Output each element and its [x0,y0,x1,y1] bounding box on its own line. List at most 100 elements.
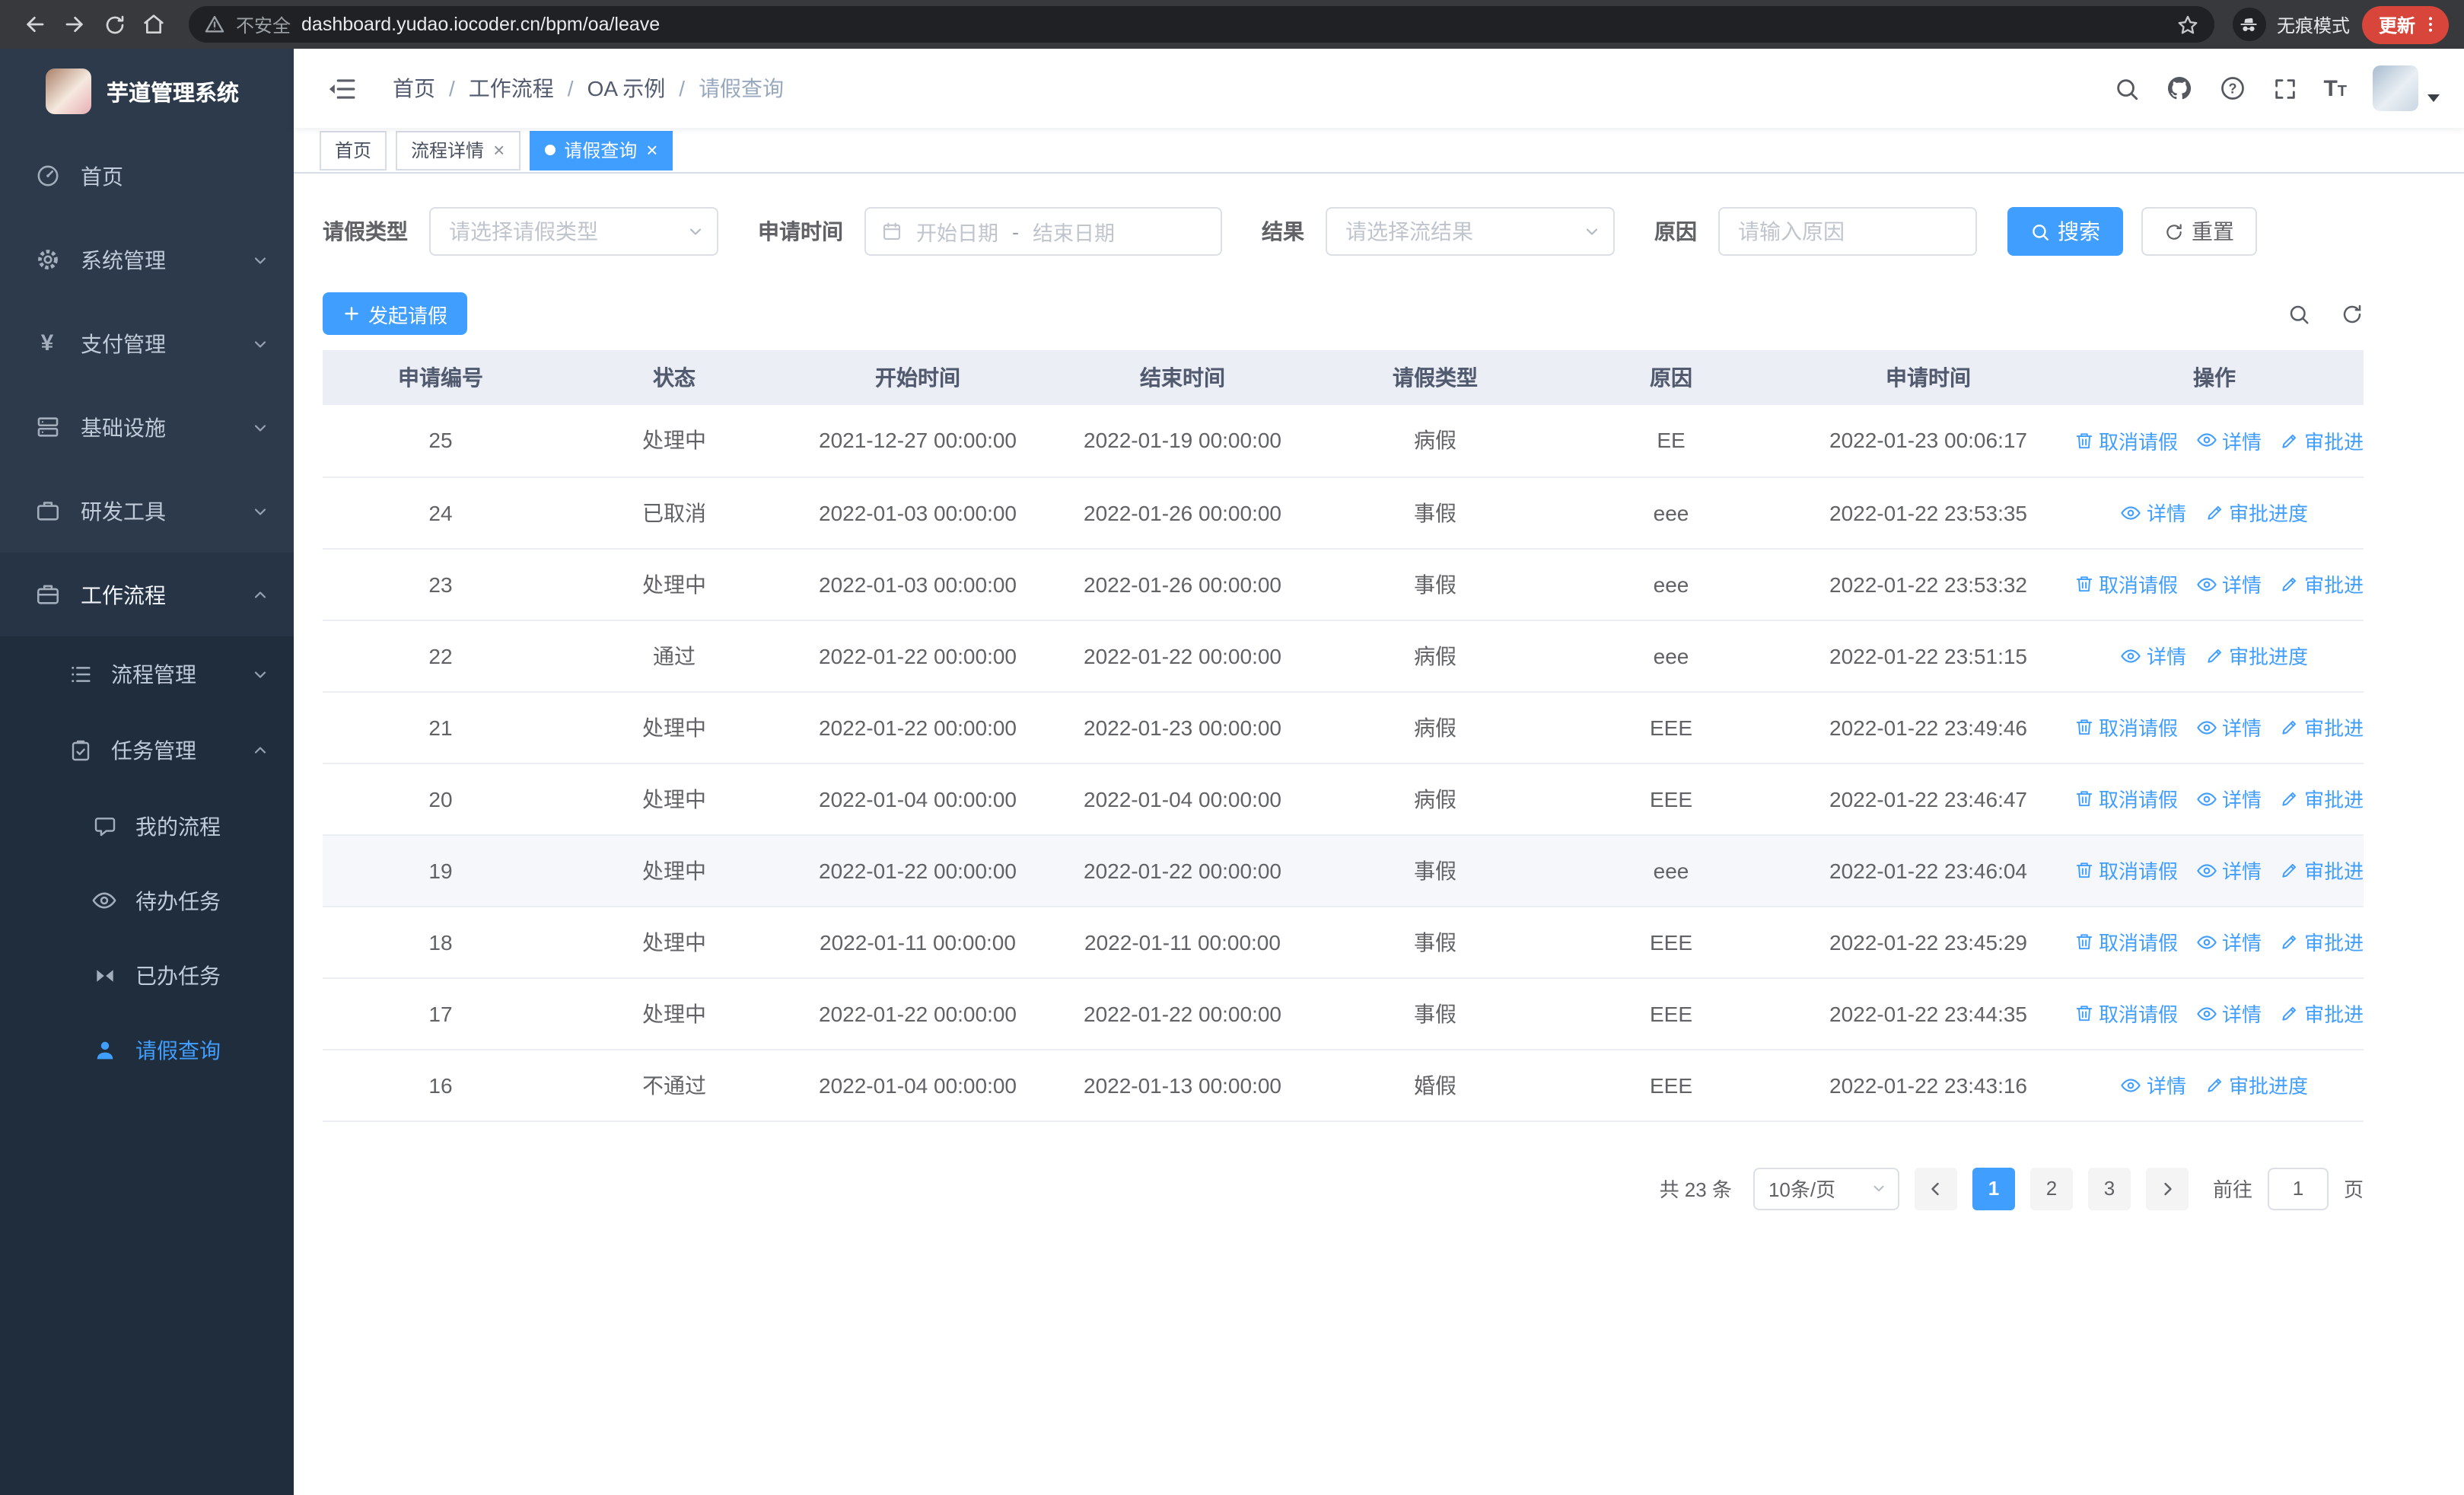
pen-icon [2207,1078,2221,1092]
audit-progress-link[interactable]: 审批进度 [2280,927,2364,956]
search-button[interactable]: 搜索 [2007,207,2123,256]
logo[interactable]: 芋道管理系统 [0,49,294,134]
leave-type-select[interactable] [429,207,718,256]
eye-icon [2122,505,2141,519]
breadcrumb-home[interactable]: 首页 [393,73,435,104]
tab-leave-query[interactable]: 请假查询 × [529,130,673,170]
table-refresh-button[interactable] [2341,302,2364,325]
audit-progress-link[interactable]: 审批进度 [2205,1070,2308,1099]
detail-link[interactable]: 详情 [2121,1070,2186,1099]
prev-page-button[interactable] [1914,1167,1957,1210]
cell-status: 处理中 [559,834,790,907]
cell-start-time: 2022-01-03 00:00:00 [790,477,1046,549]
audit-progress-link[interactable]: 审批进度 [2280,426,2364,455]
sidebar-item-todo-tasks[interactable]: 待办任务 [0,863,294,938]
fullscreen-icon[interactable] [2271,75,2297,101]
page-size-select[interactable]: 10条/页 [1752,1167,1899,1210]
app-title: 芋道管理系统 [107,81,239,106]
cell-end-time: 2022-01-11 00:00:00 [1046,906,1320,978]
cancel-leave-link[interactable]: 取消请假 [2074,712,2178,741]
detail-link[interactable]: 详情 [2196,569,2262,598]
breadcrumb-workflow[interactable]: 工作流程 [469,73,554,104]
detail-link[interactable]: 详情 [2196,856,2262,885]
cancel-leave-link[interactable]: 取消请假 [2074,426,2178,455]
tab-home[interactable]: 首页 [320,130,387,170]
cell-apply-time: 2022-01-22 23:44:35 [1791,977,2065,1050]
sidebar-item-home[interactable]: 首页 [0,134,294,218]
result-select[interactable] [1326,207,1615,256]
eye-icon [2122,649,2141,662]
browser-forward-button[interactable] [55,5,94,44]
browser-reload-button[interactable] [94,5,134,44]
sidebar-item-done-tasks[interactable]: 已办任务 [0,938,294,1012]
user-menu[interactable] [2373,65,2440,111]
browser-update-button[interactable]: 更新 [2361,5,2449,43]
audit-progress-link[interactable]: 审批进度 [2280,999,2364,1028]
cell-apply-id: 19 [323,834,559,907]
font-size-icon[interactable]: TT [2323,77,2347,100]
create-leave-button[interactable]: 发起请假 [323,292,468,335]
detail-link[interactable]: 详情 [2196,927,2262,956]
url-text: dashboard.yudao.iocoder.cn/bpm/oa/leave [301,14,661,35]
cancel-leave-link[interactable]: 取消请假 [2074,927,2178,956]
sidebar-item-workflow[interactable]: 工作流程 [0,553,294,636]
browser-address-bar[interactable]: 不安全 dashboard.yudao.iocoder.cn/bpm/oa/le… [189,6,2214,43]
next-page-button[interactable] [2145,1167,2189,1210]
eye-icon [2197,1006,2217,1020]
github-icon[interactable] [2165,75,2192,102]
sidebar-item-my-process[interactable]: 我的流程 [0,789,294,863]
sidebar-item-task-mgmt[interactable]: 任务管理 [0,712,294,789]
browser-menu-icon[interactable] [2420,14,2441,35]
close-icon[interactable]: × [493,140,505,160]
audit-progress-link[interactable]: 审批进度 [2280,569,2364,598]
avatar[interactable] [2373,65,2418,111]
audit-progress-link[interactable]: 审批进度 [2280,712,2364,741]
audit-progress-link[interactable]: 审批进度 [2205,641,2308,670]
detail-link[interactable]: 详情 [2196,426,2262,455]
sidebar-item-leave-query[interactable]: 请假查询 [0,1012,294,1087]
tab-process-detail[interactable]: 流程详情 × [396,130,520,170]
cancel-leave-link[interactable]: 取消请假 [2074,856,2178,885]
sidebar-item-payment-mgmt[interactable]: ¥ 支付管理 [0,301,294,385]
sidebar-item-dev-tools[interactable]: 研发工具 [0,469,294,553]
cell-reason: EEE [1551,1049,1791,1121]
audit-progress-link[interactable]: 审批进度 [2280,856,2364,885]
cell-apply-id: 18 [323,906,559,978]
page-button-2[interactable]: 2 [2029,1167,2073,1210]
sidebar-item-system-mgmt[interactable]: 系统管理 [0,218,294,301]
security-warning-icon[interactable] [204,14,225,35]
search-icon[interactable] [2113,75,2139,101]
table-row: 18 处理中 2022-01-11 00:00:00 2022-01-11 00:00… [323,906,2364,978]
table-row: 17 处理中 2022-01-22 00:00:00 2022-01-22 00:00… [323,977,2364,1050]
detail-link[interactable]: 详情 [2121,641,2186,670]
cell-apply-id: 22 [323,620,559,692]
browser-back-button[interactable] [15,5,55,44]
detail-link[interactable]: 详情 [2196,999,2262,1028]
cell-status: 处理中 [559,691,790,763]
sidebar-item-infrastructure[interactable]: 基础设施 [0,385,294,469]
close-icon[interactable]: × [646,140,657,160]
bookmark-star-icon[interactable] [2176,13,2199,36]
cancel-leave-link[interactable]: 取消请假 [2074,569,2178,598]
apply-time-range-picker[interactable]: 开始日期 - 结束日期 [864,207,1222,256]
cancel-leave-link[interactable]: 取消请假 [2074,999,2178,1028]
table-search-toggle-button[interactable] [2287,302,2310,325]
col-status: 状态 [559,350,790,405]
cancel-leave-link[interactable]: 取消请假 [2074,784,2178,813]
detail-link[interactable]: 详情 [2196,712,2262,741]
audit-progress-link[interactable]: 审批进度 [2205,498,2308,527]
page-button-3[interactable]: 3 [2087,1167,2131,1210]
browser-home-button[interactable] [134,5,173,44]
reason-input[interactable] [1718,207,1977,256]
sidebar-fold-icon[interactable] [318,74,365,103]
reset-button[interactable]: 重置 [2141,207,2257,256]
sidebar-item-process-mgmt[interactable]: 流程管理 [0,636,294,712]
goto-page-input[interactable] [2267,1167,2329,1210]
audit-progress-link[interactable]: 审批进度 [2280,784,2364,813]
detail-link[interactable]: 详情 [2196,784,2262,813]
help-icon[interactable]: ? [2218,75,2246,102]
detail-link[interactable]: 详情 [2121,498,2186,527]
cell-start-time: 2022-01-22 00:00:00 [790,620,1046,692]
page-button-1[interactable]: 1 [1972,1167,2015,1210]
cell-apply-id: 23 [323,548,559,620]
